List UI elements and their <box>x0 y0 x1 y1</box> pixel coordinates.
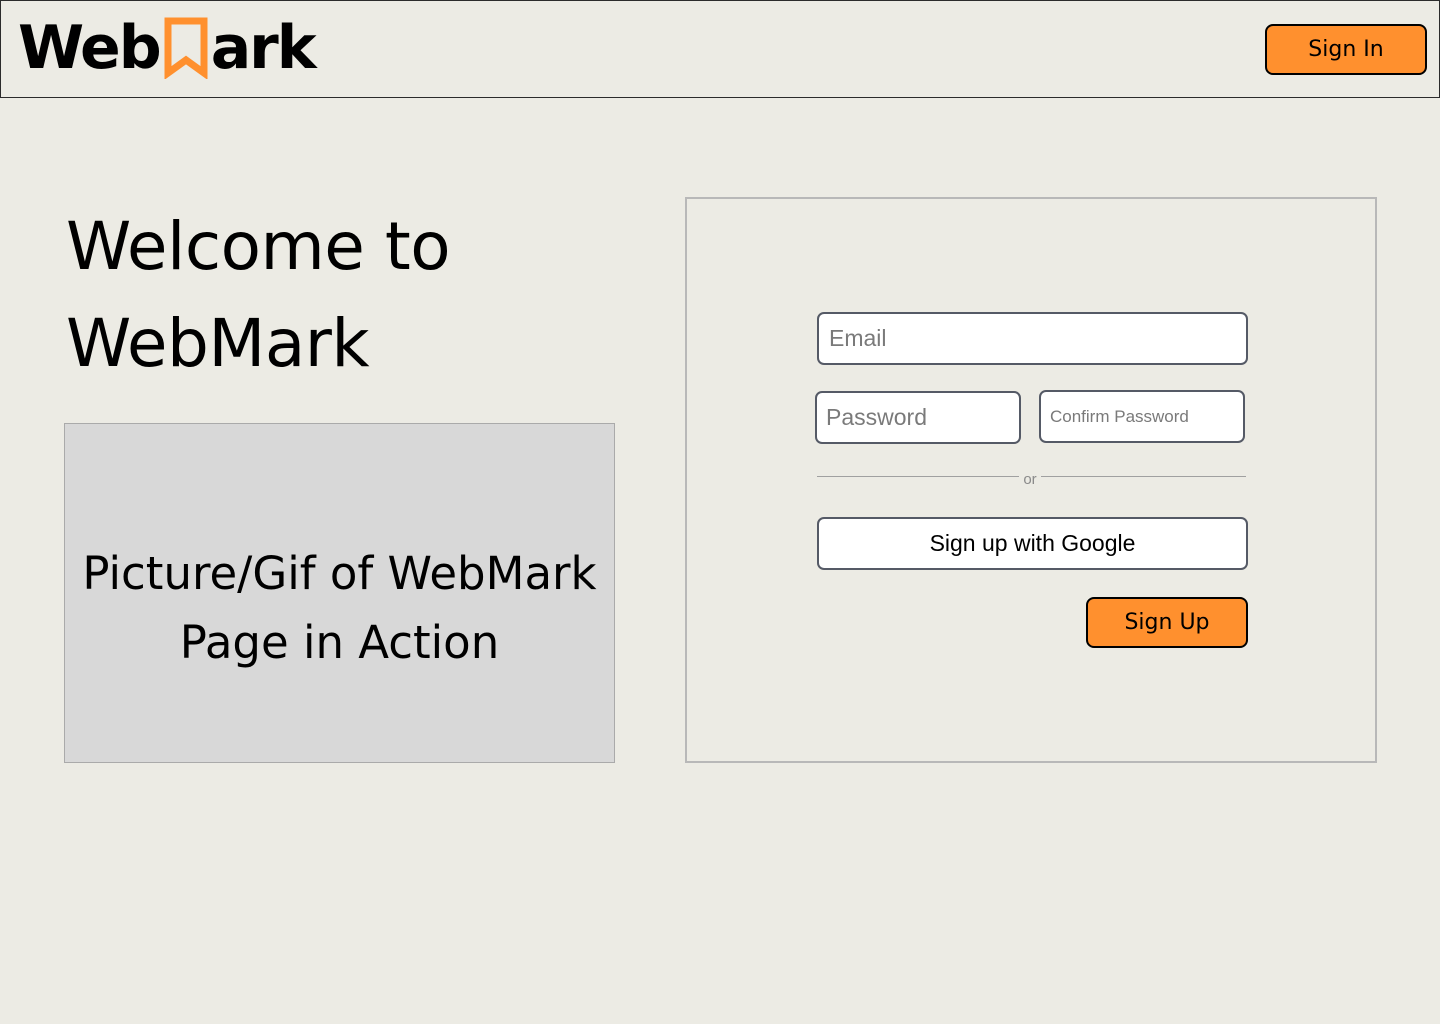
preview-caption-line-1: Picture/Gif of WebMark <box>82 547 597 600</box>
preview-caption-line-2: Page in Action <box>179 616 500 669</box>
bookmark-icon <box>162 17 210 80</box>
top-header: Web ark Sign In <box>0 0 1440 98</box>
google-signup-button[interactable]: Sign up with Google <box>817 517 1248 570</box>
sign-up-button[interactable]: Sign Up <box>1086 597 1248 648</box>
webmark-logo[interactable]: Web ark <box>18 13 317 83</box>
preview-caption: Picture/Gif of WebMark Page in Action <box>82 539 596 677</box>
or-divider: or <box>817 469 1246 489</box>
divider-line-left <box>817 476 1019 477</box>
sign-in-button[interactable]: Sign In <box>1265 24 1427 75</box>
divider-or-text: or <box>1023 471 1037 488</box>
welcome-line-2: WebMark <box>66 305 370 382</box>
preview-image-placeholder: Picture/Gif of WebMark Page in Action <box>64 423 615 763</box>
logo-text-web: Web <box>18 13 162 83</box>
welcome-line-1: Welcome to <box>66 208 451 285</box>
email-field[interactable] <box>817 312 1248 365</box>
password-field[interactable] <box>815 391 1021 444</box>
confirm-password-field[interactable] <box>1039 390 1245 443</box>
logo-text-ark: ark <box>210 13 317 83</box>
divider-line-right <box>1041 476 1246 477</box>
welcome-heading: Welcome to WebMark <box>66 198 626 392</box>
